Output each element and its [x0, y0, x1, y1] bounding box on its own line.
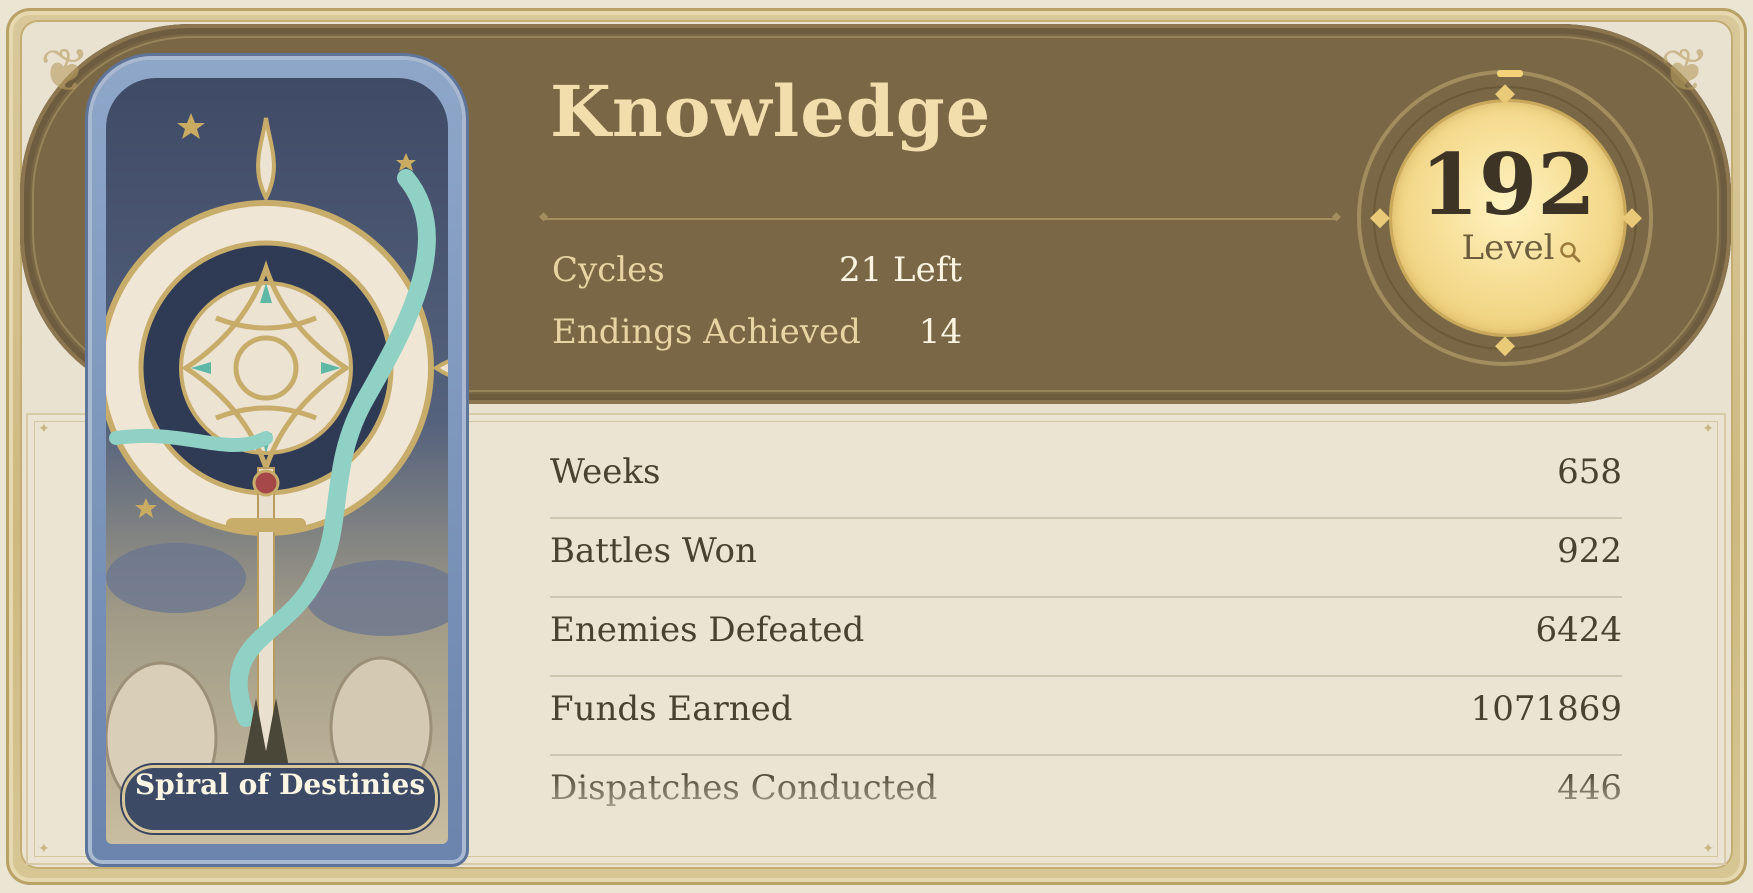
- level-progress-indicator: [1497, 70, 1523, 77]
- stat-label: Dispatches Conducted: [550, 768, 938, 808]
- corner-ornament-icon: ❦: [1659, 36, 1711, 106]
- info-label: Cycles: [552, 250, 665, 290]
- stat-row-funds-earned: Funds Earned 1071869: [550, 677, 1622, 756]
- destiny-card[interactable]: Spiral of Destinies: [92, 60, 462, 860]
- stat-value: 6424: [1535, 610, 1622, 650]
- stat-label: Funds Earned: [550, 689, 793, 729]
- info-value: 21 Left: [838, 250, 962, 290]
- info-value: 14: [918, 312, 962, 352]
- sparkle-icon: ✦: [1702, 841, 1714, 857]
- medal-spike-icon: ◆: [1495, 78, 1515, 108]
- card-title-plate: Spiral of Destinies: [122, 765, 438, 833]
- level-number: 192: [1420, 135, 1596, 234]
- level-medal[interactable]: ◆ ◆ ◆ ◆ 192 Level: [1370, 78, 1642, 360]
- info-label: Endings Achieved: [552, 312, 861, 352]
- stats-list[interactable]: Weeks 658 Battles Won 922 Enemies Defeat…: [550, 440, 1622, 820]
- stat-value: 1071869: [1470, 689, 1622, 729]
- stat-value: 922: [1557, 531, 1622, 571]
- stat-row-enemies-defeated: Enemies Defeated 6424: [550, 598, 1622, 677]
- stat-value: 658: [1557, 452, 1622, 492]
- card-artwork: [106, 78, 448, 844]
- sparkle-icon: ✦: [38, 841, 50, 857]
- stat-label: Weeks: [550, 452, 661, 492]
- stat-label: Enemies Defeated: [550, 610, 865, 650]
- sparkle-icon: ✦: [38, 421, 50, 437]
- page-title: Knowledge: [550, 70, 992, 153]
- card-illustration: [106, 113, 448, 815]
- magnifier-icon[interactable]: [1558, 240, 1582, 264]
- sparkle-icon: ✦: [1702, 421, 1714, 437]
- title-divider: [539, 209, 1341, 223]
- info-row-cycles: Cycles 21 Left: [552, 250, 962, 300]
- stat-value: 446: [1557, 768, 1622, 808]
- info-row-endings: Endings Achieved 14: [552, 312, 962, 362]
- medal-spike-icon: ◆: [1495, 330, 1515, 360]
- stat-label: Battles Won: [550, 531, 757, 571]
- stat-row-dispatches-conducted: Dispatches Conducted 446: [550, 756, 1622, 820]
- card-title: Spiral of Destinies: [134, 768, 426, 801]
- stat-row-battles-won: Battles Won 922: [550, 519, 1622, 598]
- medal-spike-icon: ◆: [1370, 202, 1390, 232]
- stat-row-weeks: Weeks 658: [550, 440, 1622, 519]
- level-label: Level: [1461, 228, 1555, 268]
- medal-spike-icon: ◆: [1622, 202, 1642, 232]
